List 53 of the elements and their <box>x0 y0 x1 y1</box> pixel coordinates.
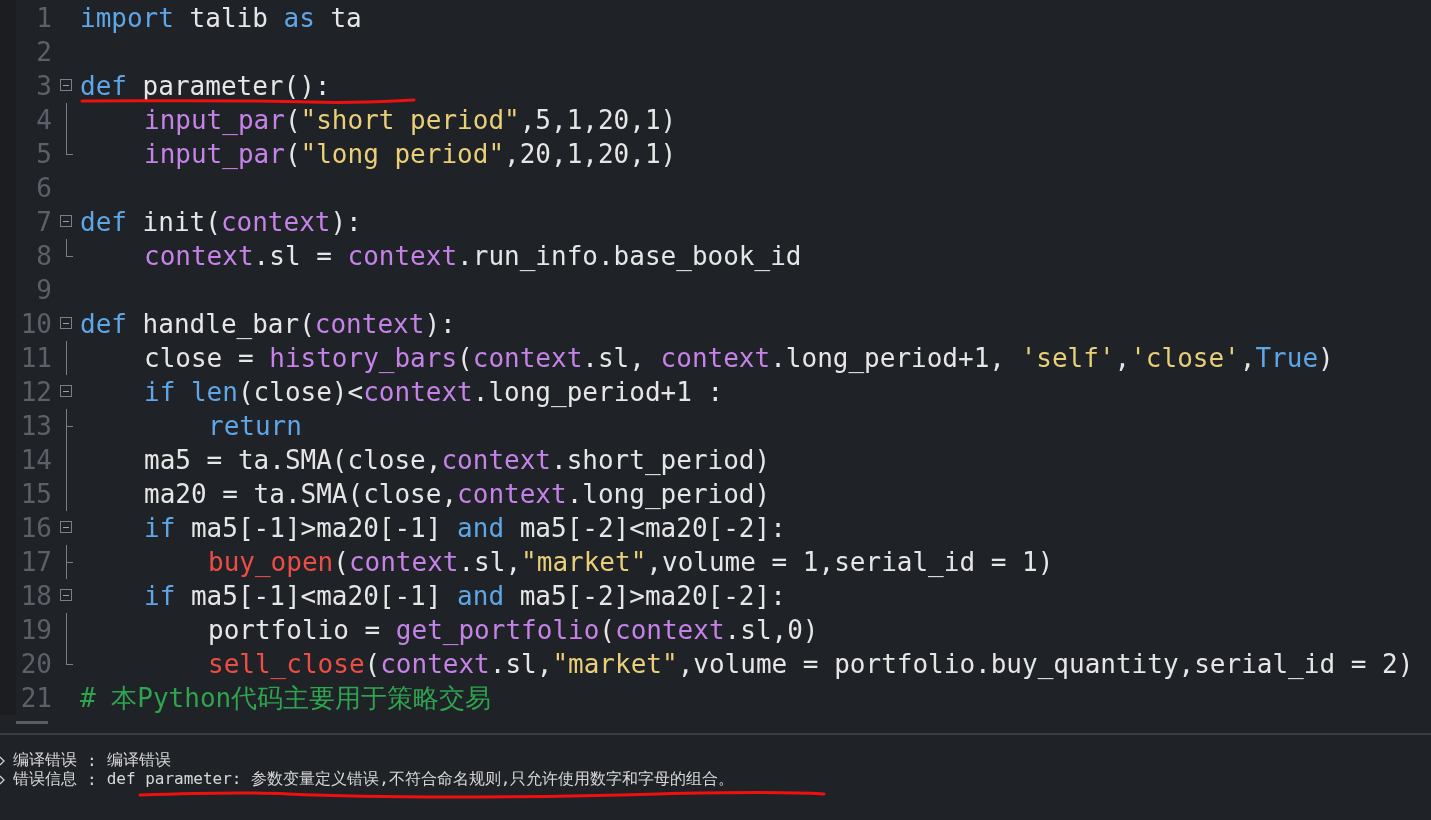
code-line: def parameter(): <box>80 72 331 100</box>
code-line: portfolio = get_portfolio(context.sl,0) <box>208 616 819 644</box>
line-number: 3 <box>35 72 52 100</box>
fold-toggle[interactable] <box>60 385 72 397</box>
line-number: 8 <box>35 242 52 270</box>
code-line: sell_close(context.sl,"market",volume = portfolio.buy_quantity,serial_id = 2) <box>208 650 1414 678</box>
line-number: 2 <box>35 38 52 66</box>
line-number: 14 <box>19 446 52 474</box>
chevron-icon <box>0 774 5 785</box>
chevron-icon <box>0 755 5 766</box>
line-number: 6 <box>35 174 52 202</box>
line-number: 17 <box>19 548 52 576</box>
code-line: if ma5[-1]<ma20[-1] and ma5[-2]>ma20[-2]: <box>144 582 786 610</box>
line-number: 1 <box>35 4 52 32</box>
code-line: input_par("long period",20,1,20,1) <box>144 140 677 168</box>
line-number: 16 <box>19 514 52 542</box>
code-line: ma5 = ta.SMA(close,context.short_period) <box>144 446 771 474</box>
fold-toggle[interactable] <box>60 317 72 329</box>
code-line: def init(context): <box>80 208 362 236</box>
line-number: 4 <box>35 106 52 134</box>
message-separator: : <box>87 751 97 770</box>
message-text: def parameter: 参数变量定义错误,不符合命名规则,只允许使用数字和字母的组合。 <box>106 769 735 790</box>
code-line: return <box>208 412 302 440</box>
code-line: def handle_bar(context): <box>80 310 456 338</box>
code-line: import talib as ta <box>80 4 362 32</box>
fold-toggle[interactable] <box>60 589 72 601</box>
code-line: if len(close)<context.long_period+1 : <box>144 378 724 406</box>
line-number: 21 <box>19 684 52 712</box>
fold-toggle[interactable] <box>60 521 72 533</box>
message-separator: : <box>87 770 97 789</box>
fold-toggle[interactable] <box>60 215 72 227</box>
message-label: 错误信息 <box>13 769 77 790</box>
line-number: 12 <box>19 378 52 406</box>
code-line: close = history_bars(context.sl, context.long_period+1, 'self','close',True) <box>144 344 1334 372</box>
line-number: 18 <box>19 582 52 610</box>
code-line: ma20 = ta.SMA(close,context.long_period) <box>144 480 771 508</box>
line-number: 9 <box>35 276 52 304</box>
message-text: 编译错误 <box>106 750 171 771</box>
code-line: buy_open(context.sl,"market",volume = 1,serial_id = 1) <box>208 548 1054 576</box>
message-label: 编译错误 <box>13 750 77 771</box>
code-line: context.sl = context.run_info.base_book_id <box>144 242 802 270</box>
fold-toggle[interactable] <box>60 79 72 91</box>
line-number: 10 <box>19 310 52 338</box>
line-number: 15 <box>19 480 52 508</box>
line-number: 20 <box>19 650 52 678</box>
line-number: 5 <box>35 140 52 168</box>
code-line: # 本Python代码主要用于策略交易 <box>80 684 492 712</box>
code-line: input_par("short period",5,1,20,1) <box>144 106 677 134</box>
line-number: 11 <box>19 344 52 372</box>
line-number: 13 <box>19 412 52 440</box>
code-line: if ma5[-1]>ma20[-1] and ma5[-2]<ma20[-2]: <box>144 514 786 542</box>
line-number: 7 <box>35 208 52 236</box>
line-number: 19 <box>19 616 52 644</box>
